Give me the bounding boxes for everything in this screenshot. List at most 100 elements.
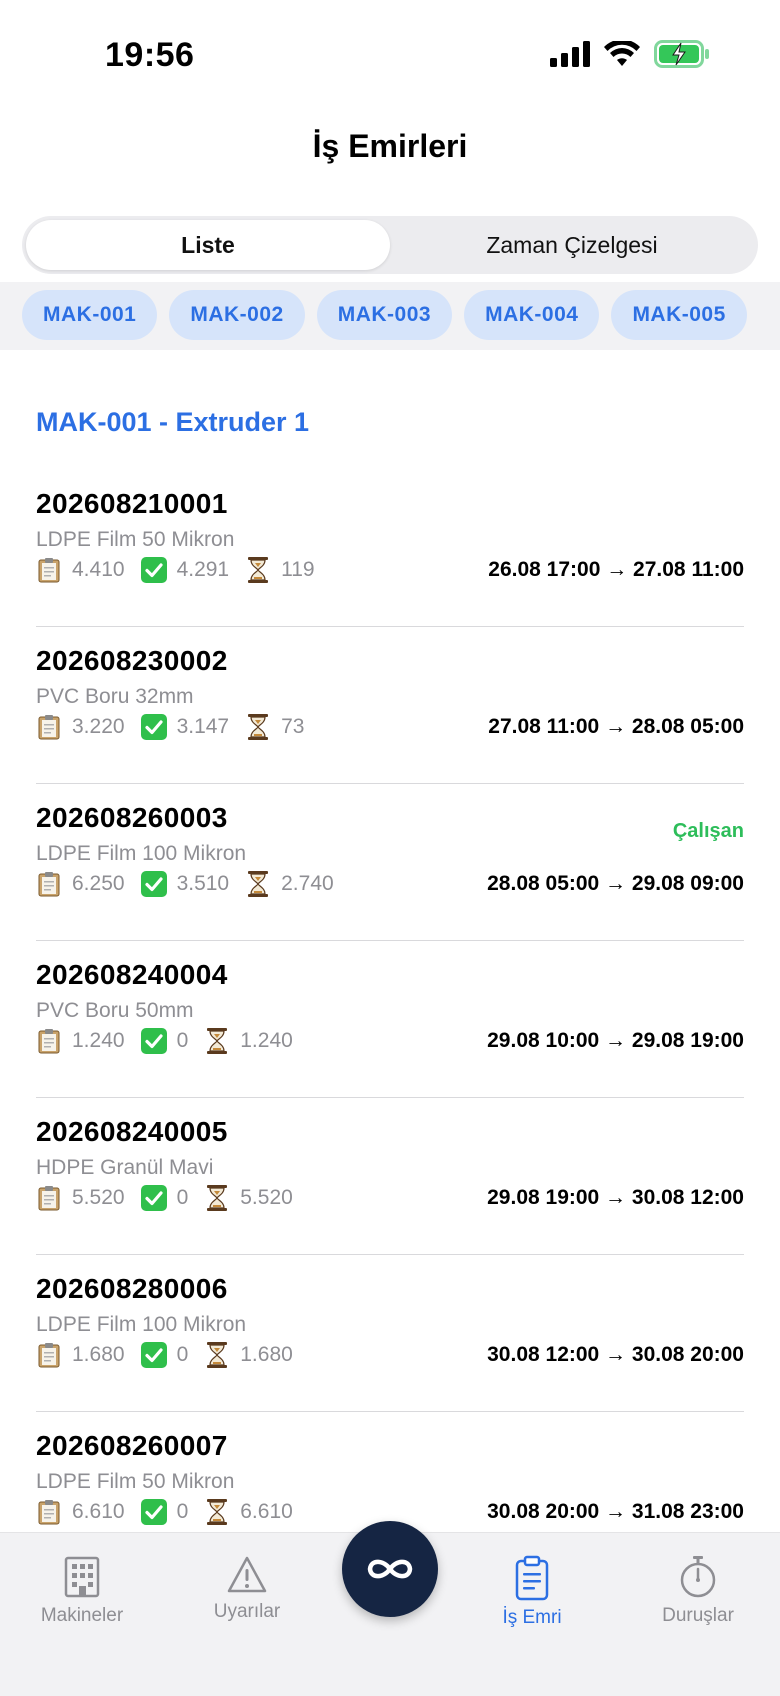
- quantity-summary: 4.410 4.291 119: [36, 557, 331, 583]
- quantity-summary: 1.240 0 1.240: [36, 1028, 309, 1054]
- status-icons: [550, 40, 710, 68]
- remaining-quantity: 1.240: [240, 1029, 293, 1052]
- remaining-quantity: 5.520: [240, 1186, 293, 1209]
- clipboard-icon: [36, 714, 62, 740]
- completed-quantity: 0: [176, 1186, 189, 1209]
- machine-chip[interactable]: MAK-004: [464, 290, 600, 340]
- segment-timeline[interactable]: Zaman Çizelgesi: [390, 220, 754, 270]
- status-time: 19:56: [105, 36, 195, 74]
- check-mark-icon: [140, 1499, 167, 1525]
- clipboard-icon: [36, 871, 62, 897]
- completed-quantity: 3.510: [176, 872, 230, 895]
- remaining-quantity: 119: [281, 558, 315, 581]
- completed-quantity: 4.291: [176, 558, 230, 581]
- work-order-row[interactable]: 202608260003 Çalışan LDPE Film 100 Mikron 6…: [36, 784, 744, 941]
- clipboard-icon: [36, 557, 62, 583]
- schedule-dates: 28.08 05:00 → 29.08 09:00: [487, 872, 744, 895]
- tab-is-emri[interactable]: İş Emri: [467, 1555, 597, 1629]
- completed-quantity: 0: [176, 1343, 189, 1366]
- product-name: LDPE Film 100 Mikron: [36, 1313, 247, 1336]
- product-name: LDPE Film 50 Mikron: [36, 528, 235, 551]
- machine-filter-bar[interactable]: MAK-001 MAK-002 MAK-003 MAK-004 MAK-005: [0, 282, 780, 350]
- product-name: PVC Boru 32mm: [36, 685, 194, 708]
- check-mark-icon: [140, 871, 167, 897]
- product-name: LDPE Film 100 Mikron: [36, 842, 247, 865]
- clipboard-icon: [36, 1342, 62, 1368]
- order-number: 202608260003: [36, 802, 228, 833]
- tab-label: Makineler: [40, 1605, 124, 1626]
- remaining-quantity: 6.610: [240, 1500, 293, 1523]
- work-order-list: 202608210001 LDPE Film 50 Mikron 4.410 4.29…: [36, 470, 744, 1569]
- hourglass-icon: [204, 1342, 230, 1368]
- clipboard-icon: [36, 1185, 62, 1211]
- hourglass-icon: [245, 557, 271, 583]
- wifi-icon: [604, 41, 640, 66]
- building-icon: [64, 1556, 100, 1598]
- work-order-row[interactable]: 202608240005 HDPE Granül Mavi 5.520 0 5.520 2…: [36, 1098, 744, 1255]
- quantity-summary: 3.220 3.147 73: [36, 714, 320, 740]
- order-number: 202608240005: [36, 1116, 228, 1147]
- quantity-summary: 5.520 0 5.520: [36, 1185, 309, 1211]
- planned-quantity: 4.410: [72, 558, 125, 581]
- planned-quantity: 5.520: [72, 1186, 125, 1209]
- check-mark-icon: [140, 714, 167, 740]
- product-name: PVC Boru 50mm: [36, 999, 194, 1022]
- cellular-signal-icon: [550, 41, 590, 67]
- remaining-quantity: 73: [281, 715, 305, 738]
- hourglass-icon: [204, 1185, 230, 1211]
- status-bar: 19:56: [0, 0, 780, 110]
- tab-uyarilar[interactable]: Uyarılar: [182, 1555, 312, 1623]
- check-mark-icon: [140, 1342, 167, 1368]
- infinity-icon: [367, 1559, 413, 1579]
- tab-makineler[interactable]: Makineler: [17, 1555, 147, 1627]
- stopwatch-icon: [680, 1556, 716, 1598]
- schedule-dates: 29.08 19:00 → 30.08 12:00: [487, 1186, 744, 1209]
- product-name: HDPE Granül Mavi: [36, 1156, 214, 1179]
- work-order-row[interactable]: 202608240004 PVC Boru 50mm 1.240 0 1.240 29.0…: [36, 941, 744, 1098]
- order-number: 202608280006: [36, 1273, 228, 1304]
- check-mark-icon: [140, 1028, 167, 1054]
- machine-chip[interactable]: MAK-003: [316, 290, 453, 340]
- center-action-button[interactable]: [342, 1521, 438, 1617]
- completed-quantity: 0: [176, 1500, 189, 1523]
- machine-chip[interactable]: MAK-002: [169, 290, 305, 340]
- completed-quantity: 3.147: [176, 715, 230, 738]
- work-order-row[interactable]: 202608210001 LDPE Film 50 Mikron 4.410 4.29…: [36, 470, 744, 627]
- schedule-dates: 26.08 17:00 → 27.08 11:00: [488, 558, 744, 581]
- machine-chip[interactable]: MAK-005: [611, 290, 747, 340]
- tab-duruslar[interactable]: Duruşlar: [633, 1555, 763, 1627]
- clipboard-icon: [515, 1555, 549, 1601]
- product-name: LDPE Film 50 Mikron: [36, 1470, 235, 1493]
- machine-chip[interactable]: MAK-001: [22, 290, 158, 340]
- quantity-summary: 6.250 3.510 2.740: [36, 871, 350, 897]
- schedule-dates: 30.08 12:00 → 30.08 20:00: [487, 1343, 744, 1366]
- tab-label: İş Emri: [502, 1607, 562, 1628]
- battery-charging-icon: [654, 40, 709, 68]
- segment-list[interactable]: Liste: [26, 220, 390, 270]
- order-number: 202608230002: [36, 645, 228, 676]
- check-mark-icon: [140, 557, 167, 583]
- section-header: MAK-001 - Extruder 1: [36, 407, 310, 437]
- tab-label: Duruşlar: [662, 1605, 734, 1626]
- warning-icon: [227, 1556, 267, 1593]
- work-order-row[interactable]: 202608280006 LDPE Film 100 Mikron 1.680 0 1.…: [36, 1255, 744, 1412]
- schedule-dates: 29.08 10:00 → 29.08 19:00: [487, 1029, 744, 1052]
- status-badge: Çalışan: [672, 820, 744, 842]
- remaining-quantity: 1.680: [240, 1343, 293, 1366]
- schedule-dates: 30.08 20:00 → 31.08 23:00: [487, 1500, 744, 1523]
- order-number: 202608240004: [36, 959, 228, 990]
- check-mark-icon: [140, 1185, 167, 1211]
- clipboard-icon: [36, 1499, 62, 1525]
- planned-quantity: 6.250: [72, 872, 125, 895]
- clipboard-icon: [36, 1028, 62, 1054]
- hourglass-icon: [204, 1499, 230, 1525]
- hourglass-icon: [245, 871, 271, 897]
- completed-quantity: 0: [176, 1029, 189, 1052]
- hourglass-icon: [245, 714, 271, 740]
- hourglass-icon: [204, 1028, 230, 1054]
- order-number: 202608210001: [36, 488, 228, 519]
- remaining-quantity: 2.740: [281, 872, 334, 895]
- planned-quantity: 3.220: [72, 715, 125, 738]
- work-order-row[interactable]: 202608230002 PVC Boru 32mm 3.220 3.147 73 27.…: [36, 627, 744, 784]
- quantity-summary: 1.680 0 1.680: [36, 1342, 309, 1368]
